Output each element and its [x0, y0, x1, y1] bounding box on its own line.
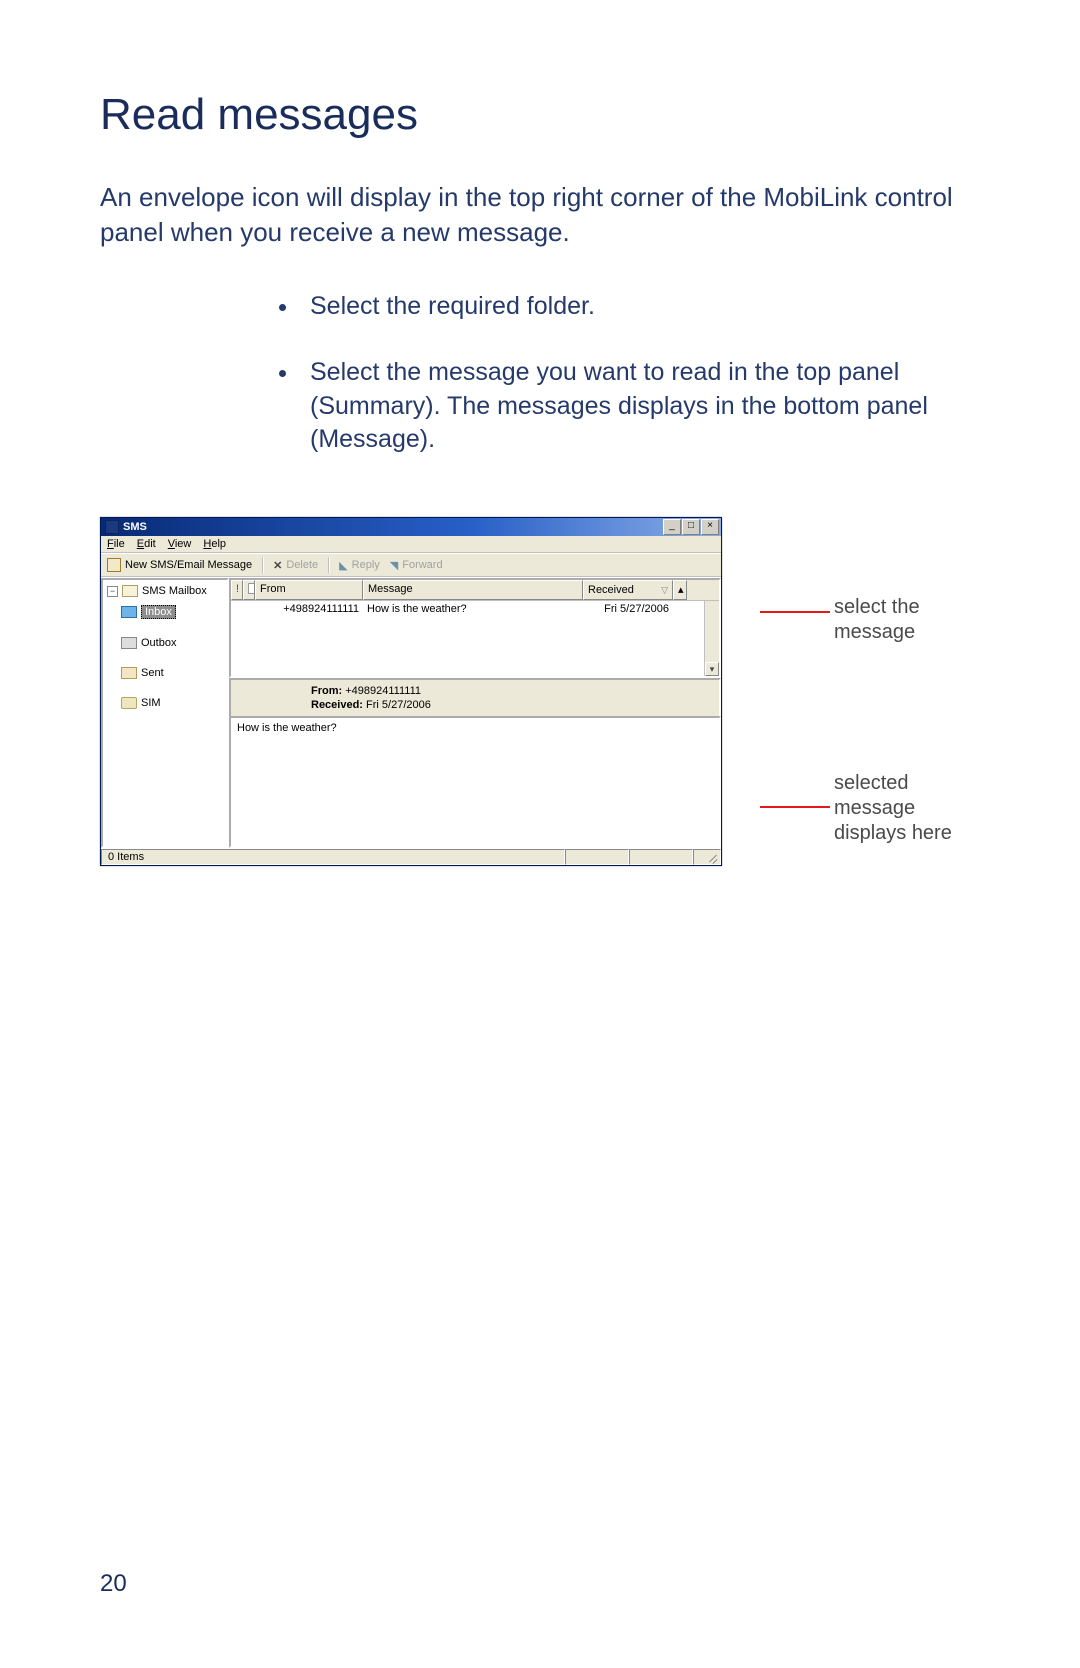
from-label: From:	[311, 685, 342, 697]
outbox-icon	[121, 637, 137, 649]
maximize-button[interactable]: □	[682, 519, 700, 535]
col-received-label: Received	[588, 584, 634, 596]
col-attachment[interactable]	[243, 580, 255, 600]
callout-selected-display: selected message displays here	[834, 771, 984, 846]
message-list[interactable]: ! From Message Received ▽ ▴	[229, 578, 721, 678]
window-title: SMS	[123, 521, 147, 533]
tree-root[interactable]: − SMS Mailbox	[105, 584, 225, 598]
new-message-label: New SMS/Email Message	[125, 559, 252, 571]
scroll-up-button[interactable]: ▴	[673, 580, 687, 600]
scroll-down-button[interactable]: ▾	[705, 662, 719, 676]
forward-icon: ◥	[390, 559, 398, 572]
resize-grip[interactable]	[693, 849, 721, 865]
inbox-icon	[121, 606, 137, 618]
callout-line	[760, 806, 830, 808]
close-button[interactable]: ×	[701, 519, 719, 535]
tree-inbox-label: Inbox	[141, 605, 176, 619]
tree-inbox[interactable]: Inbox	[119, 604, 225, 620]
received-value: Fri 5/27/2006	[366, 699, 431, 711]
cell-message: How is the weather?	[363, 603, 583, 615]
tree-outbox-label: Outbox	[141, 637, 176, 649]
cell-from: +498924111111	[255, 603, 363, 615]
received-label: Received:	[311, 699, 363, 711]
figure: SMS _ □ × File Edit View Help New SMS/Em…	[100, 517, 980, 866]
col-message[interactable]: Message	[363, 580, 583, 600]
list-item: Select the required folder.	[300, 290, 980, 324]
callout-line	[760, 611, 830, 613]
minimize-button[interactable]: _	[663, 519, 681, 535]
forward-label: Forward	[402, 559, 442, 571]
message-body-text: How is the weather?	[237, 722, 337, 734]
collapse-icon[interactable]: −	[107, 586, 118, 597]
sim-icon	[121, 697, 137, 709]
reply-button[interactable]: ◣ Reply	[339, 559, 380, 572]
vertical-scrollbar[interactable]: ▾	[704, 601, 719, 676]
col-priority[interactable]: !	[231, 580, 243, 600]
tree-sent-label: Sent	[141, 667, 164, 679]
sent-icon	[121, 667, 137, 679]
tree-sim-label: SIM	[141, 697, 161, 709]
from-value: +498924111111	[345, 685, 421, 697]
envelope-icon	[107, 558, 121, 572]
status-cell	[565, 849, 629, 865]
tree-sent[interactable]: Sent	[119, 666, 225, 680]
reply-icon: ◣	[339, 559, 347, 572]
list-item: Select the message you want to read in t…	[300, 356, 980, 457]
menu-edit[interactable]: Edit	[137, 538, 156, 550]
page-icon	[248, 583, 255, 594]
intro-text: An envelope icon will display in the top…	[100, 180, 980, 250]
app-icon	[105, 520, 119, 534]
mailbox-icon	[122, 585, 138, 597]
delete-icon: ✕	[273, 559, 282, 572]
tree-root-label: SMS Mailbox	[142, 585, 207, 597]
app-window: SMS _ □ × File Edit View Help New SMS/Em…	[100, 517, 722, 866]
page-heading: Read messages	[100, 90, 1000, 140]
sort-desc-icon: ▽	[661, 585, 668, 596]
cell-received: Fri 5/27/2006	[583, 603, 673, 615]
delete-label: Delete	[286, 559, 318, 571]
toolbar-separator	[328, 557, 329, 573]
tree-sim[interactable]: SIM	[119, 696, 225, 710]
col-received[interactable]: Received ▽	[583, 580, 673, 600]
titlebar[interactable]: SMS _ □ ×	[101, 518, 721, 536]
statusbar: 0 Items	[101, 848, 721, 865]
folder-tree[interactable]: − SMS Mailbox Inbox Outbox Sent	[101, 578, 229, 848]
message-body[interactable]: How is the weather?	[229, 716, 721, 848]
page-number: 20	[100, 1570, 127, 1598]
new-message-button[interactable]: New SMS/Email Message	[107, 558, 252, 572]
menu-file[interactable]: File	[107, 538, 125, 550]
table-row[interactable]: +498924111111 How is the weather? Fri 5/…	[231, 601, 719, 617]
forward-button[interactable]: ◥ Forward	[390, 559, 443, 572]
list-header: ! From Message Received ▽ ▴	[231, 580, 719, 601]
status-cell	[629, 849, 693, 865]
tree-outbox[interactable]: Outbox	[119, 636, 225, 650]
toolbar-separator	[262, 557, 263, 573]
delete-button[interactable]: ✕ Delete	[273, 559, 318, 572]
menu-help[interactable]: Help	[203, 538, 226, 550]
callout-select-message: select the message	[834, 595, 984, 645]
instruction-list: Select the required folder. Select the m…	[300, 290, 980, 457]
message-detail-header: From: +498924111111 Received: Fri 5/27/2…	[229, 678, 721, 716]
reply-label: Reply	[352, 559, 380, 571]
toolbar: New SMS/Email Message ✕ Delete ◣ Reply ◥…	[101, 553, 721, 577]
status-items: 0 Items	[101, 849, 565, 865]
menubar: File Edit View Help	[101, 536, 721, 553]
col-from[interactable]: From	[255, 580, 363, 600]
menu-view[interactable]: View	[168, 538, 192, 550]
